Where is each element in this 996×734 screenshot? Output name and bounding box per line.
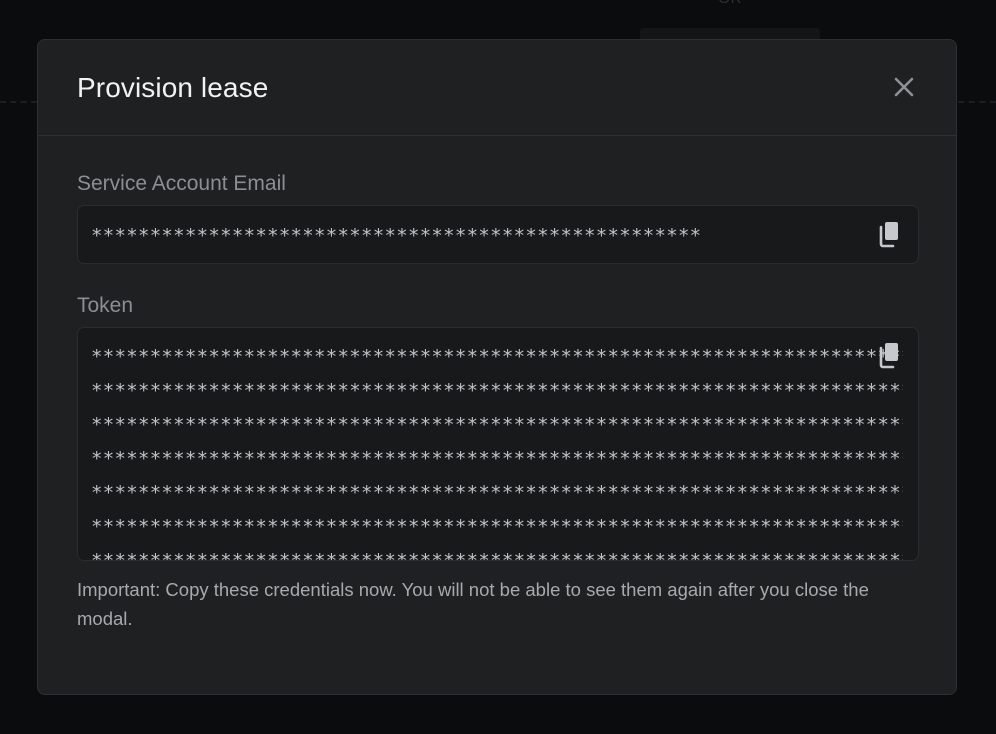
copy-token-button[interactable] xyxy=(877,341,901,369)
copy-icon xyxy=(879,343,898,369)
copy-email-button[interactable] xyxy=(877,220,901,248)
background-divider-left xyxy=(0,101,37,103)
modal-title: Provision lease xyxy=(77,72,269,103)
token-line: ****************************************… xyxy=(91,550,903,561)
background-tab-label: OK xyxy=(718,0,741,8)
email-value: ****************************************… xyxy=(91,225,702,247)
credentials-warning: Important: Copy these credentials now. Y… xyxy=(77,579,869,629)
token-field[interactable]: ****************************************… xyxy=(77,327,919,561)
token-label: Token xyxy=(77,294,134,317)
background-divider-right xyxy=(958,101,996,103)
token-line: ****************************************… xyxy=(91,380,903,402)
token-line: ****************************************… xyxy=(91,414,903,436)
provision-lease-modal: Provision lease Service Account Email **… xyxy=(37,39,957,695)
close-button[interactable] xyxy=(892,75,916,99)
token-line: ****************************************… xyxy=(91,482,903,504)
close-icon xyxy=(894,77,914,97)
email-label: Service Account Email xyxy=(77,172,286,195)
token-line: ****************************************… xyxy=(91,448,903,470)
token-line: ****************************************… xyxy=(91,346,903,368)
service-account-email-field[interactable]: ****************************************… xyxy=(77,205,919,264)
token-value: ****************************************… xyxy=(91,344,903,561)
copy-icon xyxy=(879,222,898,248)
modal-header: Provision lease xyxy=(38,40,956,136)
token-line: ****************************************… xyxy=(91,516,903,538)
